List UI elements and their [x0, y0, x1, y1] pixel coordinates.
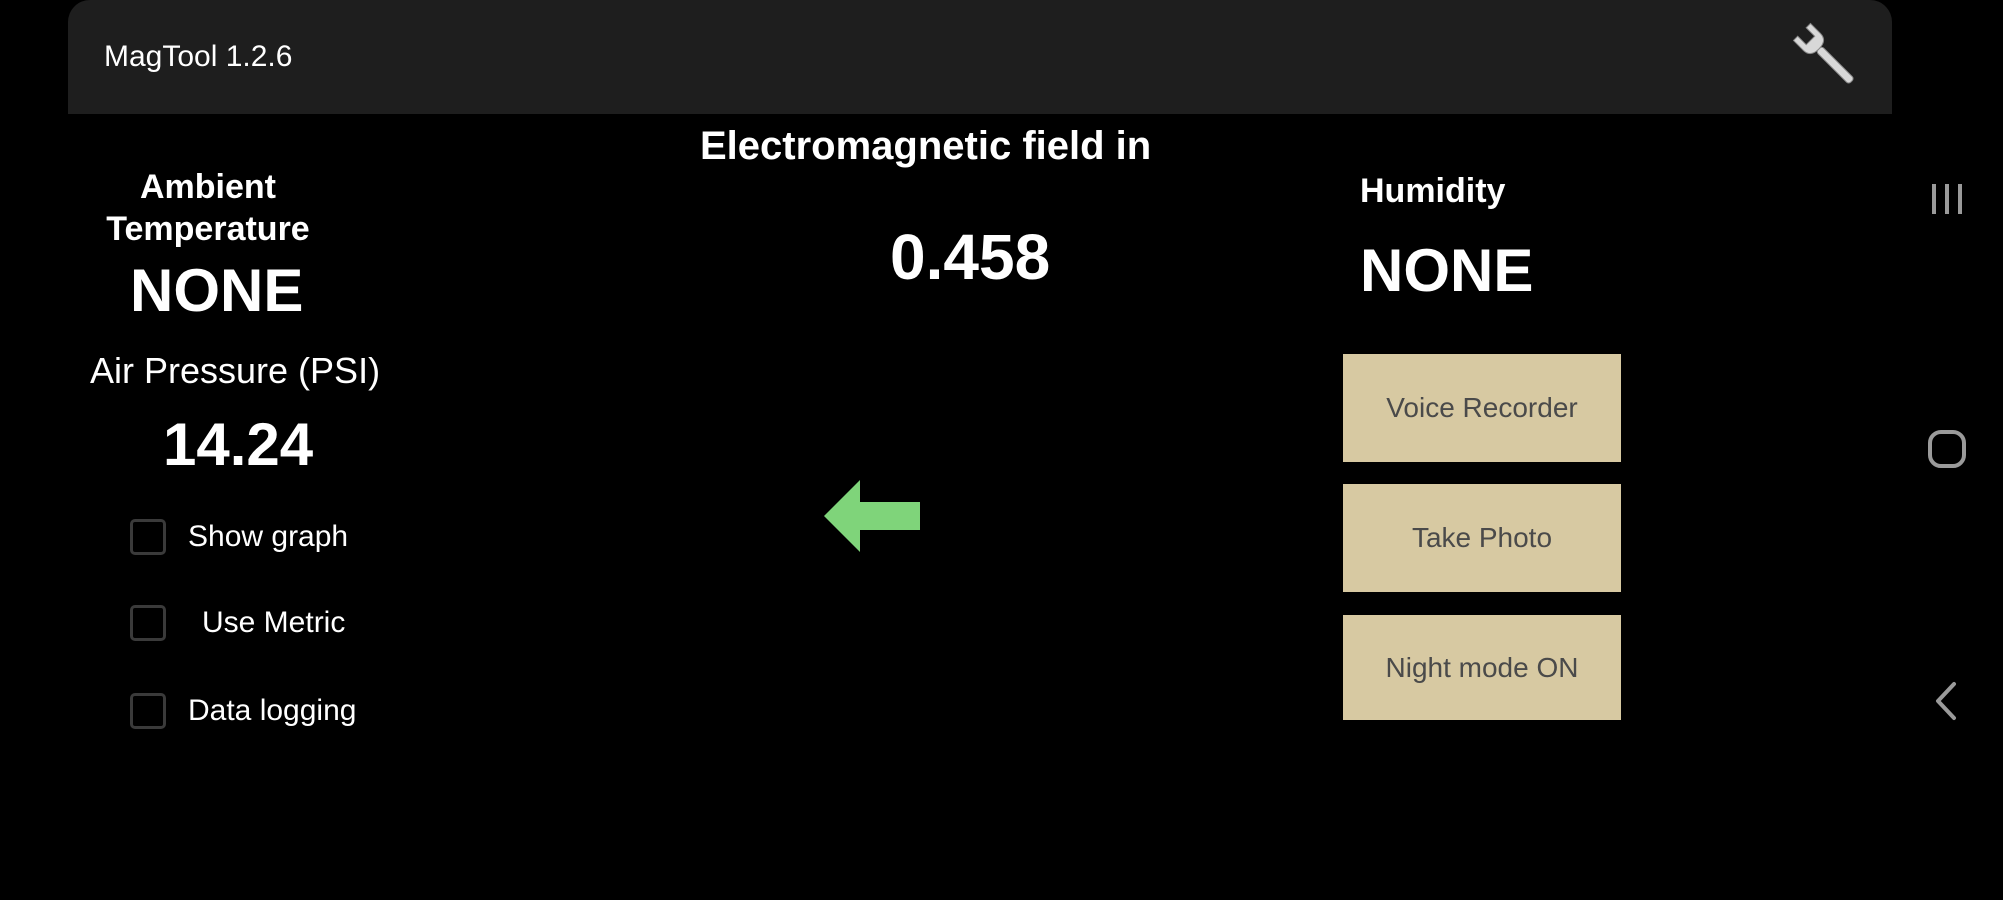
data-logging-checkbox[interactable]: [130, 693, 166, 729]
data-logging-label: Data logging: [188, 694, 357, 727]
show-graph-label: Show graph: [188, 520, 349, 553]
emf-value: 0.458: [890, 221, 1051, 293]
take-photo-button[interactable]: Take Photo: [1343, 484, 1621, 592]
wrench-icon[interactable]: [1786, 16, 1866, 96]
system-navigation-bar: [1892, 0, 2003, 900]
use-metric-label: Use Metric: [202, 606, 346, 639]
ambient-temperature-label: Ambient Temperature: [106, 168, 310, 248]
air-pressure-label: Air Pressure (PSI): [90, 350, 381, 391]
voice-recorder-button[interactable]: Voice Recorder: [1343, 354, 1621, 462]
ambient-temperature-value: NONE: [130, 257, 304, 324]
show-graph-option[interactable]: Show graph: [130, 516, 348, 558]
recents-icon[interactable]: [1922, 174, 1972, 224]
use-metric-option[interactable]: Use Metric: [130, 602, 345, 644]
home-icon[interactable]: [1922, 424, 1972, 474]
app-title: MagTool 1.2.6: [104, 40, 293, 73]
left-arrow-icon: [824, 480, 920, 552]
use-metric-checkbox[interactable]: [130, 605, 166, 641]
emf-label: Electromagnetic field in: [700, 124, 1152, 168]
back-icon[interactable]: [1922, 676, 1972, 726]
humidity-value: NONE: [1360, 237, 1534, 304]
show-graph-checkbox[interactable]: [130, 519, 166, 555]
data-logging-option[interactable]: Data logging: [130, 690, 356, 732]
night-mode-button[interactable]: Night mode ON: [1343, 615, 1621, 720]
humidity-label: Humidity: [1360, 172, 1506, 210]
app-titlebar: MagTool 1.2.6: [68, 0, 1892, 114]
air-pressure-value: 14.24: [163, 411, 314, 478]
